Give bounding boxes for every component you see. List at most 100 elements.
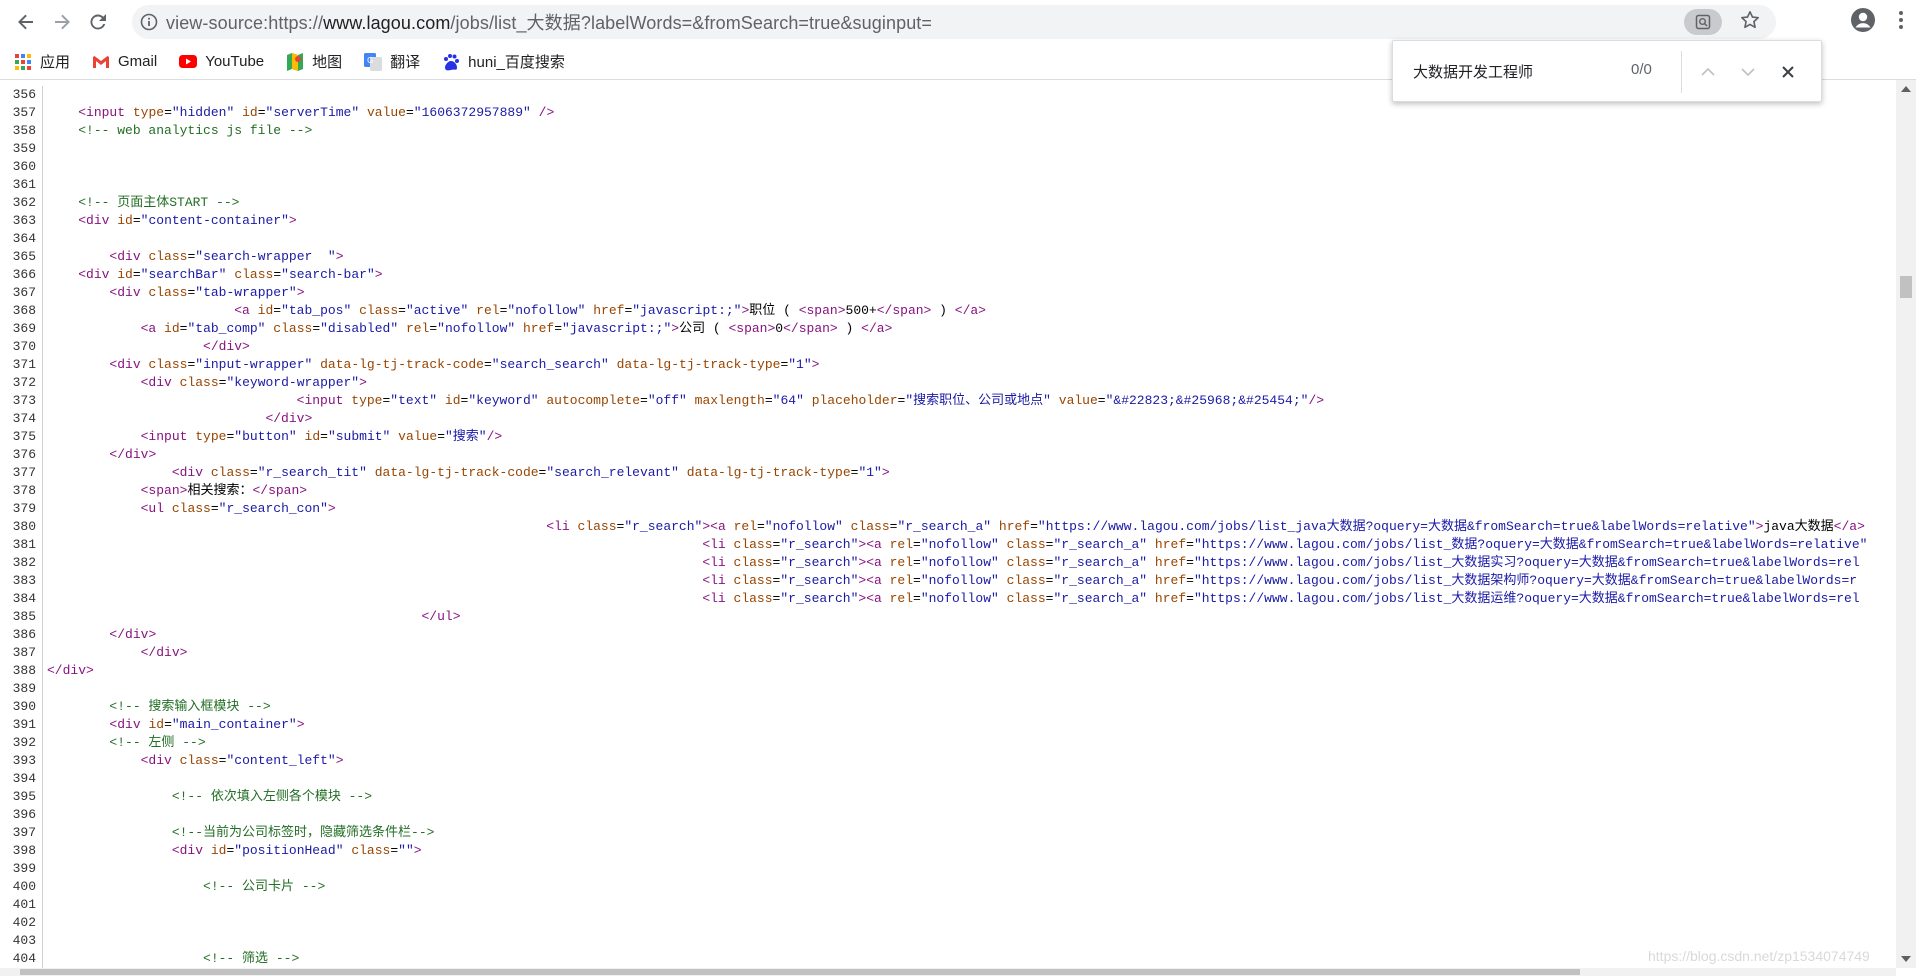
line-number: 362 [12,195,36,210]
bookmark-youtube[interactable]: YouTube [179,53,264,71]
source-line: 386 </div> [0,626,1896,644]
arrow-right-icon [55,14,70,30]
source-line: 371 <div class="input-wrapper" data-lg-t… [0,356,1896,374]
omnibox-actions [1684,9,1760,35]
gmail-icon [92,53,110,71]
source-line: 362 <!-- 页面主体START --> [0,194,1896,212]
line-number: 381 [12,537,36,552]
line-code: <!-- 公司卡片 --> [203,879,326,894]
line-code: </div> [140,645,188,660]
source-line: 404 <!-- 筛选 --> [0,950,1896,968]
back-button[interactable] [8,4,44,40]
source-line: 374 </div> [0,410,1896,428]
find-close-button[interactable] [1773,57,1803,87]
line-number: 401 [12,897,36,912]
source-line: 383 <li class="r_search"><a rel="nofollo… [0,572,1896,590]
line-code: <div class="content_left"> [140,753,344,768]
line-code: <li class="r_search"><a rel="nofollow" c… [546,519,1865,534]
find-query-input[interactable]: 大数据开发工程师 [1413,61,1533,82]
source-line: 403 [0,932,1896,950]
line-number: 361 [12,177,36,192]
horizontal-scrollbar-thumb[interactable] [20,969,1580,975]
vertical-scrollbar[interactable] [1896,80,1916,968]
browser-toolbar: view-source:https://www.lagou.com/jobs/l… [0,0,1916,44]
chevron-up-icon [1701,67,1715,76]
source-line: 393 <div class="content_left"> [0,752,1896,770]
line-number: 396 [12,807,36,822]
line-number: 390 [12,699,36,714]
horizontal-scrollbar[interactable] [0,968,1896,976]
source-line: 377 <div class="r_search_tit" data-lg-tj… [0,464,1896,482]
line-number: 379 [12,501,36,516]
scroll-up-arrow-icon[interactable] [1901,86,1911,92]
line-number: 368 [12,303,36,318]
apps-grid-icon [14,53,32,71]
star-icon[interactable] [1740,10,1760,35]
find-next-button[interactable] [1733,57,1763,87]
source-line: 379 <ul class="r_search_con"> [0,500,1896,518]
line-number: 391 [12,717,36,732]
line-code: <!-- web analytics js file --> [78,123,313,138]
line-number: 370 [12,339,36,354]
scroll-down-arrow-icon[interactable] [1901,956,1911,962]
bookmark-label: 翻译 [390,54,421,71]
line-code: <li class="r_search"><a rel="nofollow" c… [702,591,1860,606]
source-line: 359 [0,140,1896,158]
line-code: <span>相关搜索：</span> [140,483,308,498]
address-bar[interactable]: view-source:https://www.lagou.com/jobs/l… [132,5,1776,39]
site-info-icon[interactable] [132,13,166,31]
baidu-icon [442,53,460,71]
account-avatar-icon[interactable] [1850,7,1876,38]
scrollbar-thumb[interactable] [1900,276,1912,298]
source-line: 360 [0,158,1896,176]
bookmark-translate[interactable]: G 翻译 [364,51,420,72]
line-number: 392 [12,735,36,750]
source-line: 391 <div id="main_container"> [0,716,1896,734]
find-match-count: 0/0 [1631,61,1652,78]
find-previous-button[interactable] [1693,57,1723,87]
source-line: 382 <li class="r_search"><a rel="nofollo… [0,554,1896,572]
line-number: 360 [12,159,36,174]
line-number: 385 [12,609,36,624]
source-line: 369 <a id="tab_comp" class="disabled" re… [0,320,1896,338]
bookmark-apps[interactable]: 应用 [14,51,70,72]
line-number: 404 [12,951,36,966]
line-code: </div> [109,627,157,642]
source-line: 368 <a id="tab_pos" class="active" rel="… [0,302,1896,320]
youtube-icon [179,53,198,71]
line-code: </div> [265,411,313,426]
line-number: 359 [12,141,36,156]
toolbar-right [1786,5,1916,39]
line-number: 380 [12,519,36,534]
line-number: 374 [12,411,36,426]
line-code: <div class="keyword-wrapper"> [140,375,367,390]
line-number: 364 [12,231,36,246]
source-line: 376 </div> [0,446,1896,464]
bookmark-gmail[interactable]: Gmail [92,53,157,71]
reload-button[interactable] [80,4,116,40]
more-menu-icon[interactable] [1898,10,1904,35]
find-in-page-icon[interactable] [1684,9,1722,35]
url-text[interactable]: view-source:https://www.lagou.com/jobs/l… [166,9,932,35]
line-code: <!-- 搜索输入框模块 --> [109,699,271,714]
source-line: 370 </div> [0,338,1896,356]
source-line: 389 [0,680,1896,698]
source-line: 363 <div id="content-container"> [0,212,1896,230]
bookmark-maps[interactable]: 地图 [286,51,342,72]
forward-button[interactable] [44,4,80,40]
line-number: 402 [12,915,36,930]
source-view[interactable]: 356 357 <input type="hidden" id="serverTi… [0,86,1896,968]
line-number: 399 [12,861,36,876]
source-line: 372 <div class="keyword-wrapper"> [0,374,1896,392]
line-number: 395 [12,789,36,804]
line-number: 393 [12,753,36,768]
line-number: 387 [12,645,36,660]
bookmark-baidu[interactable]: huni_百度搜索 [442,51,565,72]
source-line: 381 <li class="r_search"><a rel="nofollo… [0,536,1896,554]
line-number: 389 [12,681,36,696]
source-line: 401 [0,896,1896,914]
translate-icon: G [364,52,383,71]
line-code: <!-- 左侧 --> [109,735,206,750]
line-code: <ul class="r_search_con"> [140,501,336,516]
watermark: https://blog.csdn.net/zp1534074749 [1648,948,1870,964]
